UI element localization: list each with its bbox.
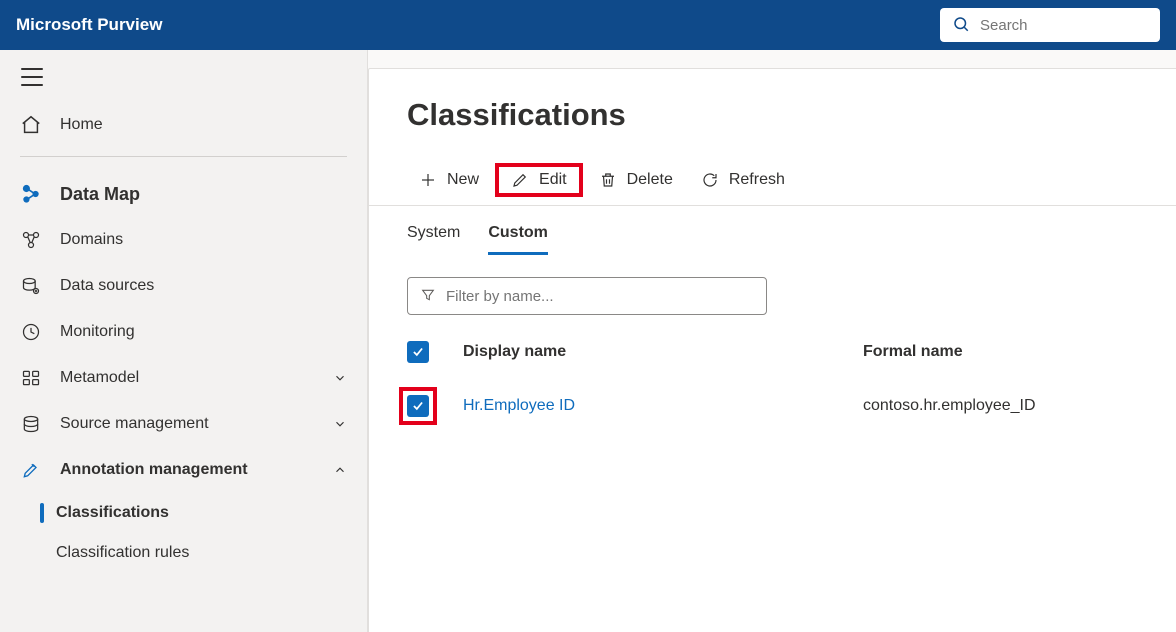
sidebar: Home Data Map Domains	[0, 50, 368, 632]
sidebar-item-metamodel[interactable]: Metamodel	[0, 355, 367, 401]
refresh-icon	[701, 171, 719, 189]
table-header: Display name Formal name	[407, 333, 1176, 377]
col-header-display-name[interactable]: Display name	[463, 343, 863, 361]
data-sources-icon	[20, 275, 42, 297]
hamburger-icon[interactable]	[21, 68, 43, 86]
domains-icon	[20, 229, 42, 251]
sidebar-item-label: Domains	[60, 231, 123, 249]
col-header-formal-name[interactable]: Formal name	[863, 343, 1176, 361]
classifications-table: Display name Formal name Hr.Employee ID …	[369, 315, 1176, 435]
search-icon	[952, 15, 970, 36]
sidebar-item-data-sources[interactable]: Data sources	[0, 263, 367, 309]
sidebar-section-data-map[interactable]: Data Map	[0, 171, 367, 217]
toolbar-label: Delete	[627, 171, 673, 189]
toolbar-label: Refresh	[729, 171, 785, 189]
search-input[interactable]	[980, 17, 1176, 34]
sidebar-item-monitoring[interactable]: Monitoring	[0, 309, 367, 355]
trash-icon	[599, 171, 617, 189]
product-title: Microsoft Purview	[16, 15, 162, 35]
sidebar-item-label: Classification rules	[56, 544, 189, 562]
row-checkbox[interactable]	[407, 395, 429, 417]
source-management-icon	[20, 413, 42, 435]
sidebar-section-label: Data Map	[60, 184, 140, 205]
refresh-button[interactable]: Refresh	[687, 165, 799, 195]
tab-system[interactable]: System	[407, 220, 460, 255]
delete-button[interactable]: Delete	[585, 165, 687, 195]
sidebar-item-classification-rules[interactable]: Classification rules	[44, 533, 367, 573]
monitoring-icon	[20, 321, 42, 343]
edit-button[interactable]: Edit	[495, 163, 583, 197]
annotation-icon	[20, 459, 42, 481]
global-search[interactable]	[940, 8, 1160, 42]
filter-icon	[420, 287, 436, 306]
sidebar-item-home[interactable]: Home	[0, 102, 367, 148]
row-formal-name: contoso.hr.employee_ID	[863, 397, 1176, 415]
filter-box[interactable]	[407, 277, 767, 315]
sidebar-item-classifications[interactable]: Classifications	[44, 493, 367, 533]
toolbar: New Edit Delete	[369, 163, 1176, 206]
sidebar-item-label: Data sources	[60, 277, 154, 295]
sidebar-item-label: Source management	[60, 415, 209, 433]
sidebar-item-label: Classifications	[56, 504, 169, 522]
new-button[interactable]: New	[405, 165, 493, 195]
plus-icon	[419, 171, 437, 189]
sidebar-item-label: Annotation management	[60, 461, 248, 479]
chevron-down-icon	[333, 417, 347, 431]
sidebar-item-source-management[interactable]: Source management	[0, 401, 367, 447]
sidebar-item-label: Monitoring	[60, 323, 135, 341]
pencil-icon	[511, 171, 529, 189]
toolbar-label: Edit	[539, 171, 567, 189]
data-map-icon	[20, 183, 42, 205]
filter-input[interactable]	[446, 288, 754, 305]
app-header: Microsoft Purview	[0, 0, 1176, 50]
sidebar-item-annotation-management[interactable]: Annotation management	[0, 447, 367, 493]
sidebar-item-label: Metamodel	[60, 369, 139, 387]
nav-divider	[20, 156, 347, 157]
metamodel-icon	[20, 367, 42, 389]
tab-custom[interactable]: Custom	[488, 220, 548, 255]
main-content: Classifications New Edit	[368, 68, 1176, 632]
sidebar-item-domains[interactable]: Domains	[0, 217, 367, 263]
page-title: Classifications	[369, 97, 1176, 163]
toolbar-label: New	[447, 171, 479, 189]
chevron-up-icon	[333, 463, 347, 477]
chevron-down-icon	[333, 371, 347, 385]
sidebar-item-label: Home	[60, 116, 103, 134]
tabs: System Custom	[369, 206, 1176, 255]
sidebar-submenu-annotation: Classifications Classification rules	[0, 493, 367, 573]
row-display-name[interactable]: Hr.Employee ID	[463, 397, 863, 415]
table-row[interactable]: Hr.Employee ID contoso.hr.employee_ID	[407, 377, 1176, 435]
home-icon	[20, 114, 42, 136]
select-all-checkbox[interactable]	[407, 341, 429, 363]
